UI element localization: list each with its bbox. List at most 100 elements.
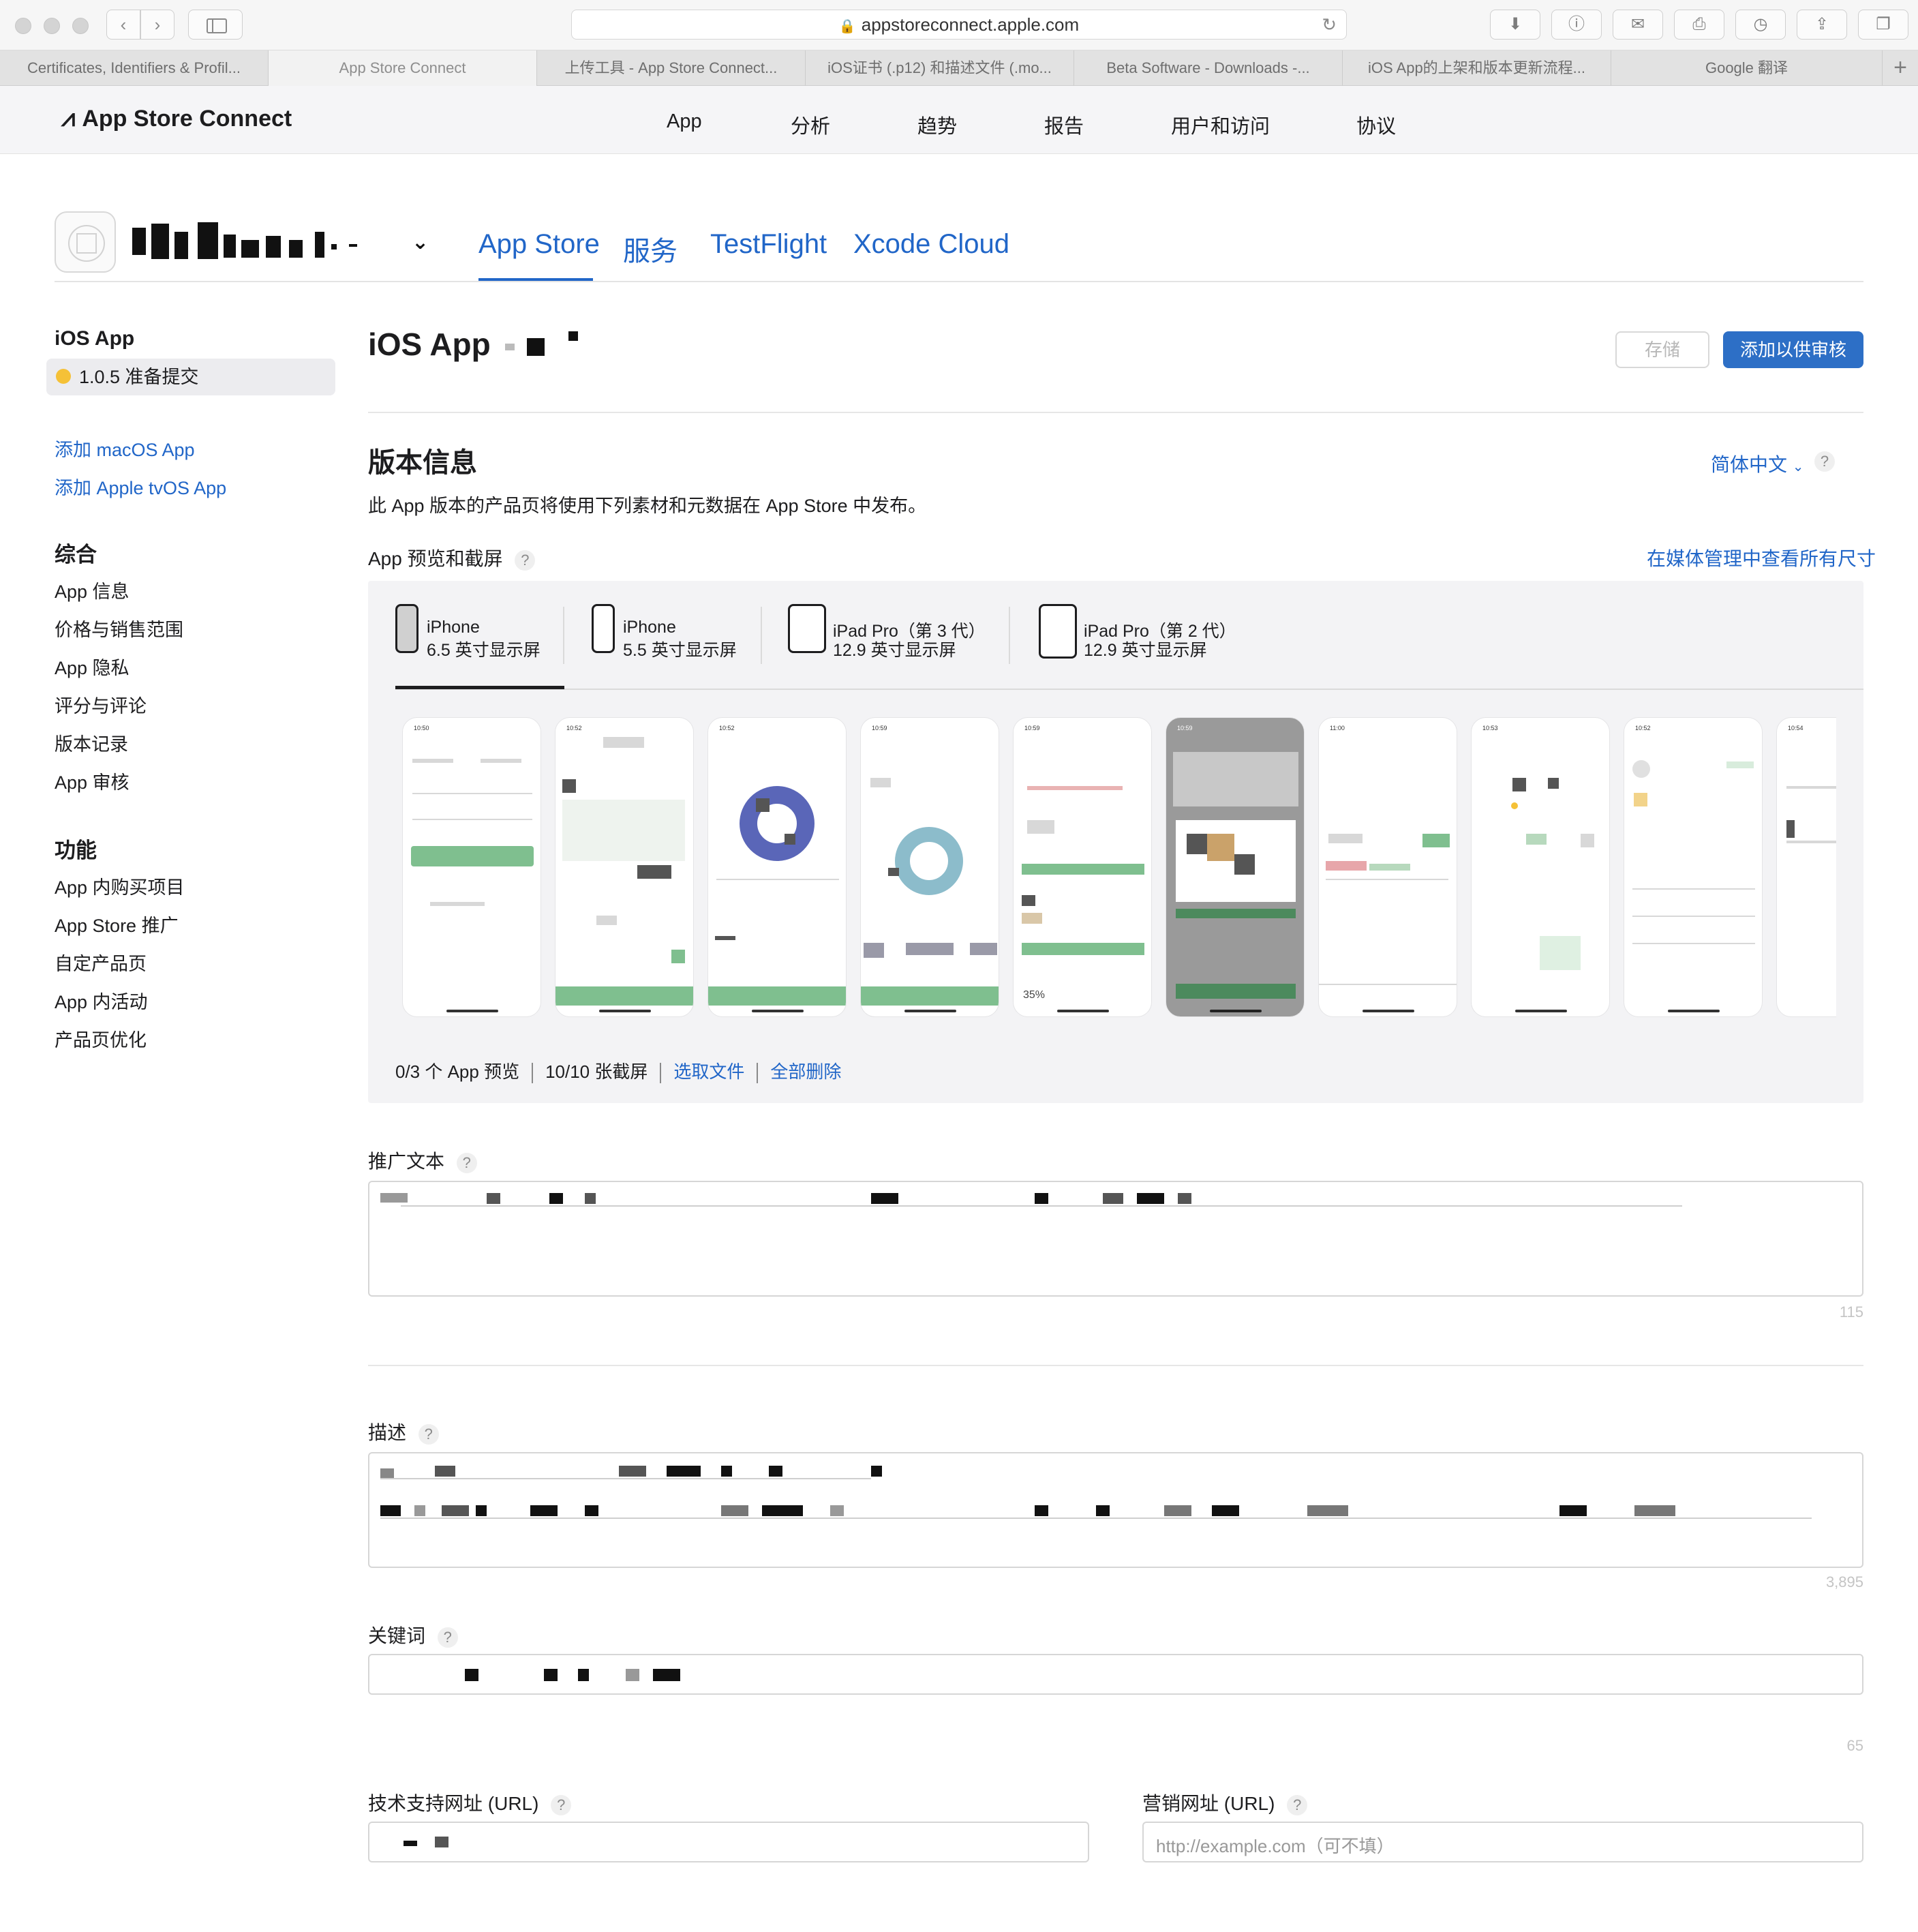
info-icon[interactable]: ⓘ bbox=[1551, 10, 1602, 40]
page-title: iOS App bbox=[368, 326, 579, 363]
chevron-down-icon[interactable]: ⌄ bbox=[412, 230, 429, 254]
tab-testflight[interactable]: TestFlight bbox=[710, 229, 827, 260]
choose-file-link[interactable]: 选取文件 bbox=[673, 1061, 744, 1082]
active-tab-indicator bbox=[478, 278, 593, 281]
share-icon[interactable]: ⇪ bbox=[1797, 10, 1847, 40]
sidebar-item-custom-pages[interactable]: 自定产品页 bbox=[55, 949, 147, 976]
new-tab-icon[interactable]: + bbox=[1883, 50, 1918, 86]
promo-text-counter: 115 bbox=[1839, 1303, 1863, 1320]
divider bbox=[1009, 607, 1010, 664]
screenshot-thumbnail[interactable]: 10:53 bbox=[1471, 717, 1610, 1017]
promo-text-field[interactable] bbox=[368, 1181, 1863, 1297]
screenshot-thumbnail[interactable]: 10:52 bbox=[1624, 717, 1763, 1017]
screenshot-thumbnail[interactable]: 10:59 35% bbox=[1013, 717, 1152, 1017]
promo-text-label: 推广文本 ? bbox=[368, 1147, 477, 1174]
sidebar-item-page-optimization[interactable]: 产品页优化 bbox=[55, 1025, 147, 1052]
description-label: 描述 ? bbox=[368, 1418, 439, 1445]
language-select[interactable]: 简体中文 ⌄ bbox=[1711, 450, 1804, 477]
browser-tab[interactable]: Certificates, Identifiers & Profil... bbox=[0, 50, 269, 86]
sidebar-item-version[interactable]: 1.0.5 准备提交 bbox=[46, 359, 335, 395]
browser-tab-bar: Certificates, Identifiers & Profil... Ap… bbox=[0, 50, 1918, 86]
browser-tab[interactable]: 上传工具 - App Store Connect... bbox=[537, 50, 806, 86]
download-icon[interactable]: ⬇ bbox=[1490, 10, 1540, 40]
mail-icon[interactable]: ✉ bbox=[1613, 10, 1663, 40]
screenshot-thumbnail[interactable]: 10:59 bbox=[1166, 717, 1305, 1017]
screenshot-footer: 0/3 个 App 预览 10/10 张截屏 选取文件 全部删除 bbox=[395, 1058, 841, 1084]
history-icon[interactable]: ◷ bbox=[1735, 10, 1786, 40]
status-time: 10:59 bbox=[1024, 725, 1040, 731]
sidebar-item-in-app-events[interactable]: App 内活动 bbox=[55, 987, 148, 1014]
forward-button[interactable]: › bbox=[140, 10, 174, 40]
save-button[interactable]: 存储 bbox=[1615, 331, 1709, 368]
screenshot-thumbnail[interactable]: 10:54 bbox=[1776, 717, 1836, 1017]
active-device-indicator bbox=[395, 686, 564, 689]
sidebar-item-app-info[interactable]: App 信息 bbox=[55, 577, 130, 603]
tab-app-store[interactable]: App Store bbox=[478, 229, 600, 260]
redacted-text bbox=[380, 1192, 1682, 1207]
help-icon[interactable]: ? bbox=[515, 549, 536, 571]
help-icon[interactable]: ? bbox=[418, 1423, 439, 1445]
add-for-review-button[interactable]: 添加以供审核 bbox=[1723, 331, 1863, 368]
sidebar-toggle-icon[interactable] bbox=[188, 10, 243, 40]
ipad-icon bbox=[1039, 604, 1077, 659]
description-label-text: 描述 bbox=[368, 1422, 407, 1443]
screenshot-thumbnail[interactable]: 11:00 bbox=[1318, 717, 1457, 1017]
delete-all-link[interactable]: 全部删除 bbox=[770, 1061, 841, 1082]
marketing-url-field[interactable]: http://example.com（可不填） bbox=[1142, 1822, 1863, 1862]
sidebar-item-iap[interactable]: App 内购买项目 bbox=[55, 873, 185, 899]
nav-app[interactable]: App bbox=[667, 110, 702, 133]
support-url-field[interactable] bbox=[368, 1822, 1089, 1862]
keywords-label-text: 关键词 bbox=[368, 1625, 426, 1646]
help-icon[interactable]: ? bbox=[456, 1152, 477, 1173]
browser-tab-active[interactable]: App Store Connect bbox=[269, 50, 537, 86]
screenshot-thumbnail[interactable]: 10:59 bbox=[860, 717, 999, 1017]
keywords-field[interactable] bbox=[368, 1654, 1863, 1695]
browser-tab[interactable]: iOS App的上架和版本更新流程... bbox=[1343, 50, 1611, 86]
add-tvos-app-link[interactable]: 添加 Apple tvOS App bbox=[55, 473, 226, 500]
status-dot-icon bbox=[56, 369, 71, 384]
sidebar-item-promotion[interactable]: App Store 推广 bbox=[55, 911, 179, 937]
asc-logo[interactable]: ⩘ App Store Connect bbox=[61, 104, 292, 133]
screenshot-thumbnail[interactable]: 10:52 bbox=[555, 717, 694, 1017]
help-icon[interactable]: ? bbox=[1814, 451, 1835, 472]
url-text: appstoreconnect.apple.com bbox=[861, 14, 1080, 35]
media-manager-link[interactable]: 在媒体管理中查看所有尺寸 bbox=[1647, 544, 1876, 571]
tab-services[interactable]: 服务 bbox=[623, 229, 678, 269]
screenshot-strip: 10:50 10:52 10:52 10:59 10:59 35% 10:59 … bbox=[402, 717, 1836, 1017]
description-field[interactable] bbox=[368, 1452, 1863, 1568]
add-macos-app-link[interactable]: 添加 macOS App bbox=[55, 435, 195, 462]
help-icon[interactable]: ? bbox=[551, 1794, 572, 1815]
sidebar-item-ratings[interactable]: 评分与评论 bbox=[55, 691, 147, 718]
tab-xcode-cloud[interactable]: Xcode Cloud bbox=[853, 229, 1009, 260]
screenshot-thumbnail[interactable]: 10:50 bbox=[402, 717, 541, 1017]
tabs-overview-icon[interactable]: ❐ bbox=[1858, 10, 1908, 40]
nav-trends[interactable]: 趋势 bbox=[917, 110, 957, 139]
browser-tab[interactable]: Beta Software - Downloads -... bbox=[1074, 50, 1343, 86]
screenshot-thumbnail[interactable]: 10:52 bbox=[707, 717, 847, 1017]
status-time: 10:53 bbox=[1482, 725, 1498, 731]
previews-label: App 预览和截屏 ? bbox=[368, 544, 536, 571]
sidebar-item-version-history[interactable]: 版本记录 bbox=[55, 729, 128, 756]
reload-icon[interactable]: ↻ bbox=[1322, 10, 1337, 39]
app-store-icon: ⩘ bbox=[61, 104, 76, 132]
device-size: 6.5 英寸显示屏 bbox=[427, 641, 541, 660]
address-bar[interactable]: 🔒 appstoreconnect.apple.com ↻ bbox=[571, 10, 1347, 40]
minimize-window-button[interactable] bbox=[44, 18, 60, 34]
sidebar-item-app-review[interactable]: App 审核 bbox=[55, 768, 130, 794]
help-icon[interactable]: ? bbox=[437, 1627, 458, 1648]
status-time: 10:52 bbox=[719, 725, 735, 731]
sidebar-item-privacy[interactable]: App 隐私 bbox=[55, 653, 130, 680]
help-icon[interactable]: ? bbox=[1287, 1794, 1308, 1815]
nav-users-access[interactable]: 用户和访问 bbox=[1171, 110, 1270, 139]
zoom-window-button[interactable] bbox=[72, 18, 89, 34]
browser-tab[interactable]: iOS证书 (.p12) 和描述文件 (.mo... bbox=[806, 50, 1074, 86]
nav-agreements[interactable]: 协议 bbox=[1356, 110, 1396, 139]
nav-reports[interactable]: 报告 bbox=[1044, 110, 1084, 139]
close-window-button[interactable] bbox=[15, 18, 31, 34]
browser-tab[interactable]: Google 翻译 bbox=[1611, 50, 1883, 86]
sidebar-item-pricing[interactable]: 价格与销售范围 bbox=[55, 615, 183, 642]
redacted-text bbox=[380, 1835, 585, 1850]
print-icon[interactable]: ⎙ bbox=[1674, 10, 1724, 40]
back-button[interactable]: ‹ bbox=[106, 10, 140, 40]
nav-analytics[interactable]: 分析 bbox=[791, 110, 830, 139]
